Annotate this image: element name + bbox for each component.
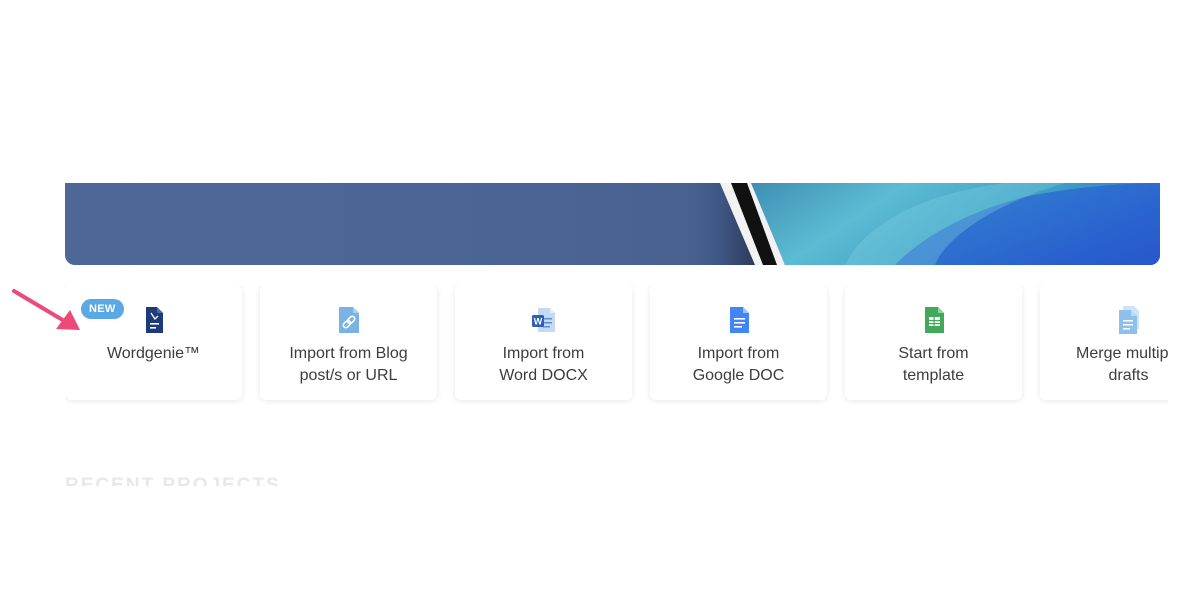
google-doc-icon xyxy=(724,305,754,335)
card-merge-drafts[interactable]: Merge multiple drafts xyxy=(1040,285,1168,400)
word-docx-icon: W xyxy=(529,305,559,335)
recent-projects-heading: RECENT PROJECTS xyxy=(65,476,281,486)
card-label: Import from Blog post/s or URL xyxy=(289,345,408,384)
svg-text:W: W xyxy=(533,317,542,327)
card-wordgenie[interactable]: NEW Wordgenie™ xyxy=(65,285,242,400)
pointer-arrow-icon xyxy=(12,289,80,330)
template-sheet-icon xyxy=(919,305,949,335)
create-options-row: NEW Wordgenie™ Import from Blog post/s o… xyxy=(65,285,1168,405)
link-doc-icon xyxy=(334,305,364,335)
card-start-from-template[interactable]: Start from template xyxy=(845,285,1022,400)
card-import-google-doc[interactable]: Import from Google DOC xyxy=(650,285,827,400)
wordgenie-doc-icon xyxy=(139,305,169,335)
merge-docs-icon xyxy=(1114,305,1144,335)
card-label: Start from template xyxy=(898,345,969,384)
banner-graphic xyxy=(720,183,1160,265)
card-import-blog-url[interactable]: Import from Blog post/s or URL xyxy=(260,285,437,400)
card-import-word-docx[interactable]: W Import from Word DOCX xyxy=(455,285,632,400)
card-label: Import from Google DOC xyxy=(692,345,785,384)
card-label: Wordgenie™ xyxy=(106,345,201,362)
hero-banner xyxy=(65,183,1160,265)
card-label: Merge multiple drafts xyxy=(1076,345,1168,384)
card-label: Import from Word DOCX xyxy=(499,345,588,384)
